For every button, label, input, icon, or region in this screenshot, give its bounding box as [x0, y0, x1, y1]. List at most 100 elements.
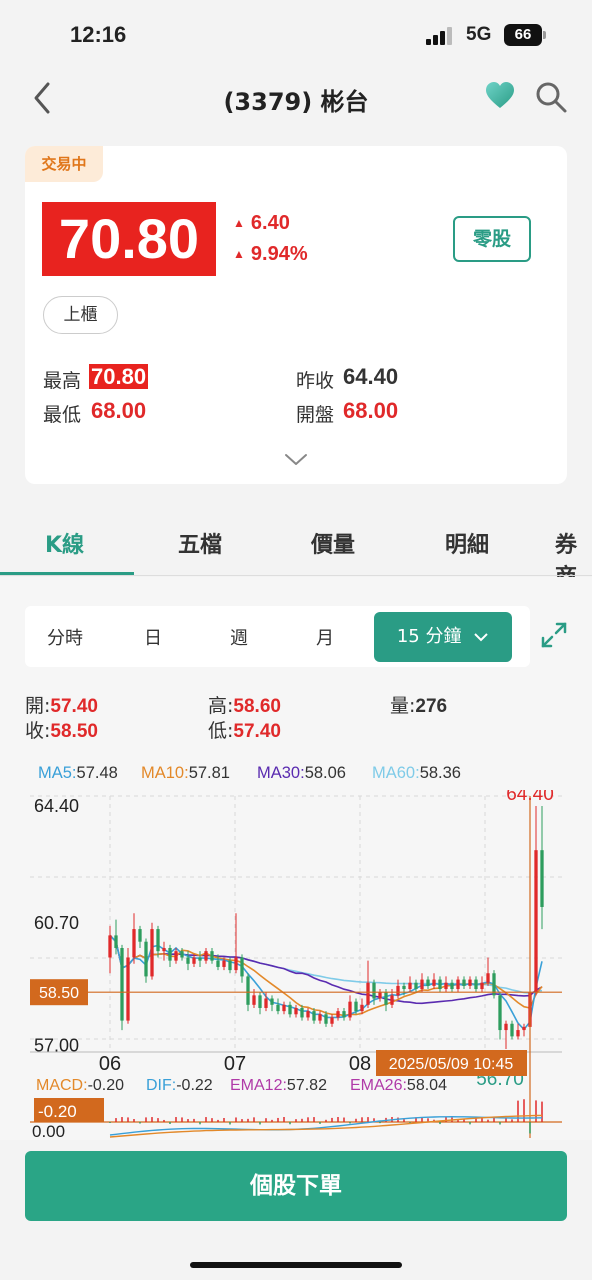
- candle: [342, 1007, 346, 1021]
- dif-legend-label: DIF:: [146, 1077, 176, 1094]
- candle: [276, 998, 280, 1015]
- x-tick-label: 06: [99, 1053, 121, 1075]
- period-15min-dropdown[interactable]: 15 分鐘: [374, 612, 512, 662]
- expand-chevron-icon[interactable]: [283, 452, 309, 468]
- candle: [258, 992, 262, 1015]
- ma30-label: MA30:: [257, 764, 305, 782]
- candle: [168, 944, 172, 967]
- candle: [510, 1020, 514, 1040]
- network-type: 5G: [466, 24, 492, 45]
- candle-body: [192, 957, 196, 964]
- kline-chart[interactable]: 64.4060.7057.0006 07 08 58.5064.4056.70202…: [0, 790, 592, 1140]
- candle-body: [366, 982, 370, 1005]
- x-tick-label: 08: [349, 1053, 371, 1075]
- period-intraday[interactable]: 分時: [47, 624, 83, 650]
- candle-body: [426, 979, 430, 986]
- tab-order-book[interactable]: 五檔: [178, 527, 222, 559]
- candle: [138, 925, 142, 949]
- ma60-label: MA60:: [372, 764, 420, 782]
- quote-card: 交易中 70.80 ▲ 6.40 ▲ 9.94% 零股 上櫃 最高 70.80 最低…: [25, 146, 567, 484]
- candle-body: [312, 1011, 316, 1021]
- candle-body: [522, 1026, 526, 1031]
- ohlc-open: 開:57.40: [25, 691, 98, 718]
- ohlc-close-value: 58.50: [50, 721, 98, 742]
- fullscreen-icon[interactable]: [540, 621, 568, 649]
- search-icon[interactable]: [534, 80, 568, 114]
- high-value-text: 70.80: [89, 364, 149, 389]
- ohlc-volume-label: 量:: [390, 695, 416, 717]
- candle: [366, 960, 370, 1008]
- candle: [504, 1020, 508, 1049]
- candle: [486, 957, 490, 986]
- up-triangle-icon: ▲: [233, 216, 245, 230]
- battery-icon: 66: [504, 24, 542, 46]
- candle-body: [132, 929, 136, 958]
- candle-body: [420, 979, 424, 990]
- candle: [480, 976, 484, 993]
- candle: [516, 1023, 520, 1040]
- ma30-line: [109, 934, 543, 1005]
- odd-lot-button[interactable]: 零股: [453, 216, 531, 262]
- macd-legend-label: MACD:: [36, 1077, 88, 1094]
- candle: [348, 995, 352, 1021]
- period-month[interactable]: 月: [316, 624, 334, 650]
- open-value: 68.00: [343, 398, 399, 423]
- candle: [498, 992, 502, 1040]
- candle: [144, 938, 148, 983]
- up-triangle-icon: ▲: [233, 247, 245, 261]
- candle-body: [306, 1011, 310, 1018]
- ohlc-close-label: 收:: [25, 720, 51, 742]
- candle-body: [228, 960, 232, 971]
- candle: [120, 944, 124, 1031]
- candle-body: [510, 1023, 514, 1037]
- favorite-heart-icon[interactable]: [484, 80, 516, 112]
- candle-body: [450, 982, 454, 990]
- y-tick-label: 57.00: [34, 1036, 79, 1056]
- candle: [198, 951, 202, 967]
- candle: [408, 976, 412, 993]
- candle-body: [108, 935, 112, 958]
- low-value: 68.00: [91, 398, 147, 423]
- period-day[interactable]: 日: [144, 624, 162, 650]
- ohlc-low-label: 低:: [208, 720, 234, 742]
- tab-details[interactable]: 明細: [445, 527, 489, 559]
- candle-body: [300, 1007, 304, 1018]
- candle-body: [144, 941, 148, 977]
- candle-body: [456, 979, 460, 990]
- y-tick-label: 60.70: [34, 913, 79, 933]
- low-label: 最低: [43, 404, 82, 426]
- candle-body: [516, 1030, 520, 1037]
- candle-body: [276, 1004, 280, 1012]
- status-time: 12:16: [70, 22, 127, 47]
- home-indicator: [190, 1262, 402, 1268]
- ma5-label: MA5:: [38, 764, 77, 782]
- candle: [378, 989, 382, 1002]
- ohlc-high: 高:58.60: [208, 691, 281, 718]
- price-change-percent: ▲ 9.94%: [233, 243, 308, 266]
- nav-bar: (3379) 彬台: [0, 70, 592, 126]
- tab-price-volume[interactable]: 價量: [311, 527, 355, 559]
- candle-body: [126, 957, 130, 1021]
- candle-body: [444, 982, 448, 990]
- ohlc-high-value: 58.60: [233, 696, 281, 717]
- candle-body: [150, 929, 154, 977]
- candle: [126, 948, 130, 1024]
- place-order-button[interactable]: 個股下單: [25, 1151, 567, 1221]
- candle-body: [414, 982, 418, 990]
- macd-legend: MACD:-0.20: [36, 1077, 124, 1094]
- chevron-down-icon: [474, 633, 488, 642]
- candle: [522, 1023, 526, 1037]
- tab-kline[interactable]: K線: [45, 527, 84, 559]
- candle: [210, 948, 214, 964]
- prev-close-label: 昨收: [296, 370, 335, 392]
- change-pct-value: 9.94%: [250, 243, 308, 265]
- period-week[interactable]: 週: [230, 624, 248, 650]
- candle-body: [504, 1023, 508, 1031]
- candle-body: [396, 985, 400, 996]
- macd-zero-label: 0.00: [32, 1122, 65, 1140]
- battery-tip: [543, 31, 546, 39]
- candle-body: [186, 957, 190, 964]
- high-value: 70.80: [89, 364, 149, 390]
- current-price-text: 58.50: [39, 985, 79, 1002]
- high-label: 最高: [43, 370, 82, 392]
